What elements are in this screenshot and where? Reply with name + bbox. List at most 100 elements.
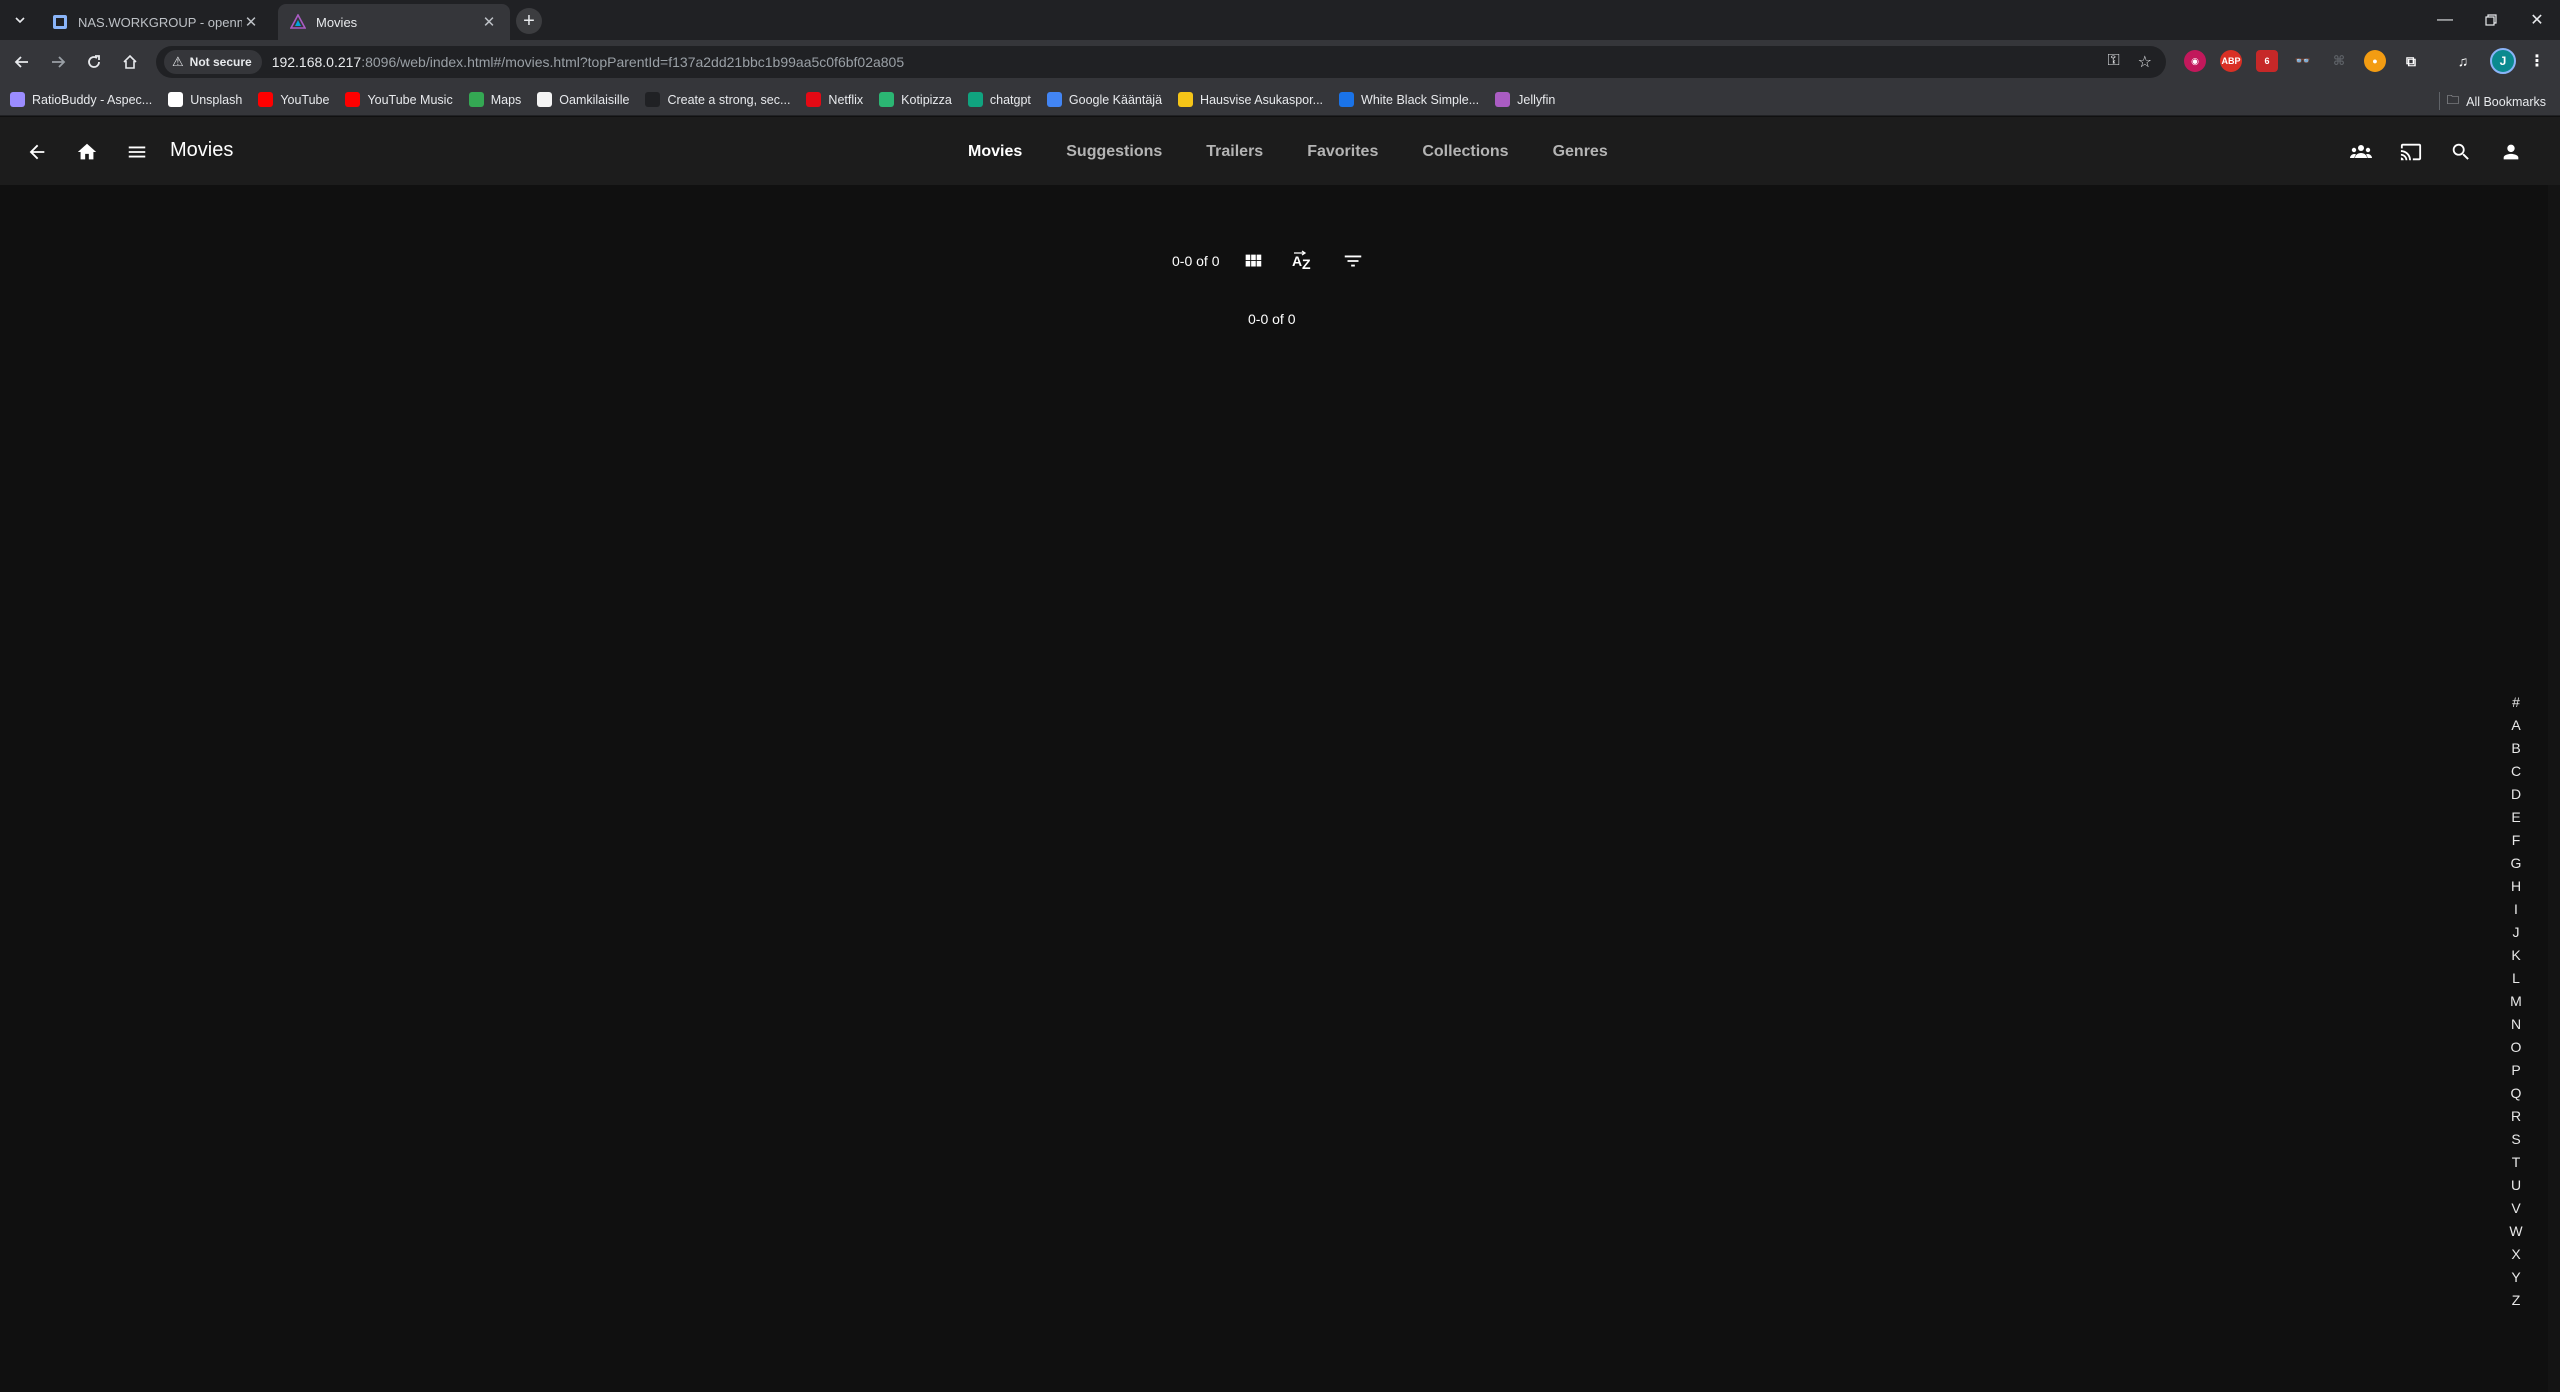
warning-icon: ⚠ xyxy=(172,54,184,69)
alpha-picker-letter[interactable]: N xyxy=(2511,1013,2521,1036)
view-grid-icon[interactable] xyxy=(1237,245,1269,277)
pager-count-top: 0-0 of 0 xyxy=(1172,253,1220,269)
alpha-picker-letter[interactable]: B xyxy=(2511,737,2520,760)
alpha-picker-letter[interactable]: S xyxy=(2511,1128,2520,1151)
bookmark-label: White Black Simple... xyxy=(1361,92,1480,107)
alpha-picker-letter[interactable]: O xyxy=(2511,1036,2522,1059)
back-arrow-icon[interactable] xyxy=(20,135,54,169)
cast-icon[interactable] xyxy=(2394,135,2428,169)
tab-trailers[interactable]: Trailers xyxy=(1184,137,1285,167)
sort-az-icon[interactable]: AZ xyxy=(1287,245,1319,277)
alpha-picker-letter[interactable]: M xyxy=(2510,990,2522,1013)
bookmark-item[interactable]: Maps xyxy=(468,92,521,107)
home-icon[interactable] xyxy=(70,135,104,169)
bookmark-favicon-icon xyxy=(879,92,895,107)
syncplay-group-icon[interactable] xyxy=(2344,135,2378,169)
bookmark-item[interactable]: RatioBuddy - Aspec... xyxy=(10,92,152,107)
alpha-picker-letter[interactable]: X xyxy=(2511,1243,2520,1266)
browser-menu-icon[interactable]: ⋮ xyxy=(2526,50,2548,72)
bookmark-label: Google Kääntäjä xyxy=(1068,92,1163,107)
alpha-picker-letter[interactable]: J xyxy=(2513,921,2520,944)
tab-movies[interactable]: Movies xyxy=(946,137,1044,167)
alpha-picker-letter[interactable]: E xyxy=(2511,806,2520,829)
bookmark-item[interactable]: chatgpt xyxy=(967,92,1031,107)
profile-avatar[interactable]: J xyxy=(2490,48,2516,74)
alpha-picker-letter[interactable]: Z xyxy=(2512,1289,2521,1312)
alpha-picker-letter[interactable]: L xyxy=(2512,967,2520,990)
tab-close-icon[interactable]: ✕ xyxy=(242,13,260,31)
close-window-icon[interactable]: ✕ xyxy=(2514,0,2560,40)
alpha-picker-letter[interactable]: I xyxy=(2514,898,2518,921)
not-secure-label: Not secure xyxy=(189,55,252,69)
jellyfin-favicon-icon xyxy=(289,13,307,30)
hamburger-menu-icon[interactable] xyxy=(120,135,154,169)
bookmark-item[interactable]: YouTube Music xyxy=(345,92,453,107)
bookmark-favicon-icon xyxy=(1495,92,1511,107)
bookmark-item[interactable]: Unsplash xyxy=(168,92,242,107)
password-key-icon[interactable]: ⚿ xyxy=(2107,52,2119,72)
extension-badge-icon[interactable]: 6 xyxy=(2256,50,2278,72)
user-account-icon[interactable] xyxy=(2494,135,2528,169)
minimize-icon[interactable]: — xyxy=(2422,0,2468,40)
adblock-extension-icon[interactable]: ABP xyxy=(2220,50,2242,72)
bookmark-item[interactable]: Google Kääntäjä xyxy=(1046,92,1163,107)
alpha-picker-letter[interactable]: Y xyxy=(2511,1266,2520,1289)
app-header: Movies Movies Suggestions Trailers Favor… xyxy=(0,117,2560,185)
glasses-extension-icon[interactable]: 👓 xyxy=(2292,50,2314,72)
alpha-picker-letter[interactable]: R xyxy=(2511,1105,2521,1128)
alpha-picker-letter[interactable]: W xyxy=(2509,1220,2522,1243)
alpha-picker-letter[interactable]: V xyxy=(2511,1197,2520,1220)
alpha-picker-letter[interactable]: G xyxy=(2511,852,2522,875)
alpha-picker-letter[interactable]: C xyxy=(2511,760,2521,783)
alpha-picker-letter[interactable]: U xyxy=(2511,1174,2521,1197)
alpha-picker-letter[interactable]: H xyxy=(2511,875,2521,898)
tab-suggestions[interactable]: Suggestions xyxy=(1044,137,1184,167)
bookmark-item[interactable]: Kotipizza xyxy=(879,92,952,107)
page-scrollbar[interactable] xyxy=(2548,185,2560,1392)
bookmark-favicon-icon xyxy=(1046,92,1062,107)
alpha-picker-letter[interactable]: # xyxy=(2512,691,2520,714)
alpha-picker-letter[interactable]: K xyxy=(2511,944,2520,967)
tab-genres[interactable]: Genres xyxy=(1531,137,1630,167)
tab-close-icon[interactable]: ✕ xyxy=(480,13,498,31)
media-controls-icon[interactable]: ♫ xyxy=(2452,50,2474,72)
bookmark-label: Hausvise Asukaspor... xyxy=(1200,92,1324,107)
tab-favorites[interactable]: Favorites xyxy=(1285,137,1400,167)
extensions-puzzle-icon[interactable]: ⧉ xyxy=(2400,50,2422,72)
alpha-picker-letter[interactable]: F xyxy=(2512,829,2521,852)
tab-search-chevron-icon[interactable] xyxy=(8,8,32,32)
bookmark-item[interactable]: Netflix xyxy=(806,92,863,107)
bookmark-item[interactable]: Create a strong, sec... xyxy=(645,92,790,107)
alpha-picker-letter[interactable]: P xyxy=(2511,1059,2520,1082)
bookmark-item[interactable]: YouTube xyxy=(258,92,329,107)
bookmark-favicon-icon xyxy=(806,92,822,107)
alpha-picker-letter[interactable]: T xyxy=(2512,1151,2521,1174)
forward-arrow-icon[interactable] xyxy=(44,48,72,76)
search-icon[interactable] xyxy=(2444,135,2478,169)
restore-icon[interactable] xyxy=(2468,0,2514,40)
home-icon[interactable] xyxy=(116,48,144,76)
bookmark-item[interactable]: Oamkilaisille xyxy=(537,92,629,107)
extension-compass-icon[interactable]: ◉ xyxy=(2184,50,2206,72)
all-bookmarks-button[interactable]: 🗀 All Bookmarks xyxy=(2447,91,2546,112)
cookie-extension-icon[interactable]: ● xyxy=(2364,50,2386,72)
alpha-picker-letter[interactable]: A xyxy=(2511,714,2520,737)
bookmark-star-icon[interactable]: ☆ xyxy=(2138,52,2152,72)
extension-grayed-icon[interactable]: ⌘ xyxy=(2328,50,2350,72)
bookmark-favicon-icon xyxy=(168,92,184,107)
alpha-picker-letter[interactable]: D xyxy=(2511,783,2521,806)
new-tab-button[interactable]: + xyxy=(516,8,542,34)
alpha-picker-letter[interactable]: Q xyxy=(2511,1082,2522,1105)
browser-tab-nas[interactable]: NAS.WORKGROUP - openmedi... ✕ xyxy=(40,4,272,40)
not-secure-chip[interactable]: ⚠ Not secure xyxy=(164,50,262,74)
browser-tab-movies[interactable]: Movies ✕ xyxy=(278,4,510,40)
svg-text:Z: Z xyxy=(1302,256,1311,272)
bookmark-item[interactable]: Hausvise Asukaspor... xyxy=(1178,92,1323,107)
reload-icon[interactable] xyxy=(80,48,108,76)
bookmark-item[interactable]: Jellyfin xyxy=(1495,92,1555,107)
tab-collections[interactable]: Collections xyxy=(1400,137,1530,167)
filter-icon[interactable] xyxy=(1337,245,1369,277)
bookmark-item[interactable]: White Black Simple... xyxy=(1339,92,1479,107)
back-arrow-icon[interactable] xyxy=(8,48,36,76)
address-bar[interactable]: ⚠ Not secure 192.168.0.217:8096/web/inde… xyxy=(156,46,2166,78)
